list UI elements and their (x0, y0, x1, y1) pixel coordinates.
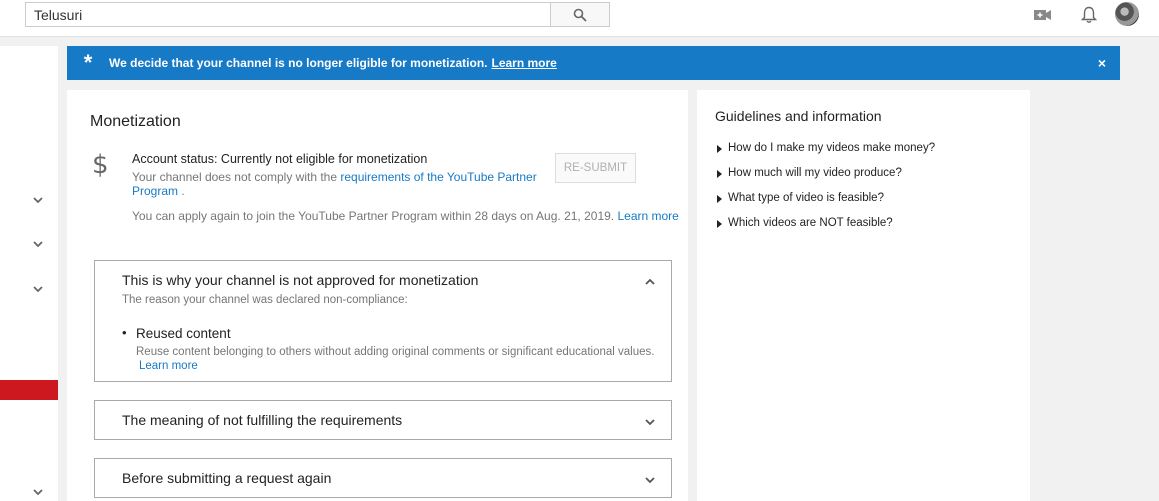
page-title: Monetization (90, 113, 181, 130)
top-bar (0, 0, 1159, 37)
avatar[interactable] (1115, 2, 1139, 26)
dollar-icon: $ (92, 150, 109, 180)
search-button[interactable] (550, 2, 610, 27)
apply-learn-more-link[interactable]: Learn more (617, 209, 678, 223)
guideline-item[interactable]: Which videos are NOT feasible? (717, 217, 935, 242)
reason-learn-more-link[interactable]: Learn more (139, 360, 198, 372)
bullet-icon: • (122, 325, 127, 340)
star-icon: * (83, 50, 93, 75)
monetization-banner: * We decide that your channel is no long… (67, 46, 1120, 80)
banner-message: We decide that your channel is no longer… (109, 56, 488, 70)
section-title[interactable]: The meaning of not fulfilling the requir… (122, 412, 402, 428)
apply-again-text: You can apply again to join the YouTube … (132, 209, 679, 223)
before-resubmit-section[interactable]: Before submitting a request again (94, 458, 672, 498)
reason-description-text: Reuse content belonging to others withou… (136, 346, 655, 358)
section-title[interactable]: Before submitting a request again (122, 470, 331, 486)
bell-icon (1081, 6, 1097, 23)
chevron-down-icon[interactable] (30, 192, 46, 208)
resubmit-button[interactable]: RE-SUBMIT (555, 153, 636, 183)
guidelines-title: Guidelines and information (715, 108, 882, 124)
triangle-right-icon (717, 195, 722, 203)
guideline-label[interactable]: How much will my video produce? (728, 167, 902, 179)
notifications-button[interactable] (1078, 4, 1100, 26)
chevron-down-icon[interactable] (30, 484, 46, 500)
close-icon[interactable]: × (1098, 55, 1106, 71)
chevron-down-icon[interactable] (643, 415, 657, 429)
left-sidebar (0, 46, 58, 501)
banner-learn-more-link[interactable]: Learn more (492, 56, 557, 70)
reason-description: Reuse content belonging to others withou… (136, 345, 676, 373)
monetization-card: Monetization $ Account status: Currently… (67, 90, 688, 501)
guideline-item[interactable]: What type of video is feasible? (717, 192, 935, 217)
comply-text-end: . (181, 184, 185, 198)
guideline-item[interactable]: How do I make my videos make money? (717, 142, 935, 167)
guidelines-card: Guidelines and information How do I make… (697, 90, 1030, 501)
triangle-right-icon (717, 145, 722, 153)
comply-text: Your channel does not comply with the re… (132, 170, 542, 198)
sidebar-active-indicator[interactable] (0, 380, 58, 400)
triangle-right-icon (717, 220, 722, 228)
comply-text-start: Your channel does not comply with the (132, 170, 338, 184)
search-icon (573, 8, 587, 22)
triangle-right-icon (717, 170, 722, 178)
account-status: Account status: Currently not eligible f… (132, 152, 428, 166)
apply-again-message: You can apply again to join the YouTube … (132, 209, 615, 223)
chevron-down-icon[interactable] (30, 236, 46, 252)
guidelines-list: How do I make my videos make money? How … (717, 142, 935, 242)
chevron-up-icon[interactable] (643, 275, 657, 289)
section-subtitle: The reason your channel was declared non… (122, 294, 408, 306)
guideline-label[interactable]: What type of video is feasible? (728, 192, 884, 204)
video-camera-add-icon (1034, 10, 1051, 20)
reason-title: Reused content (136, 326, 231, 341)
chevron-down-icon[interactable] (643, 473, 657, 487)
why-not-approved-section: This is why your channel is not approved… (94, 260, 672, 382)
search-input[interactable] (25, 2, 551, 27)
meaning-section[interactable]: The meaning of not fulfilling the requir… (94, 400, 672, 440)
upload-video-button[interactable] (1032, 4, 1054, 26)
guideline-label[interactable]: How do I make my videos make money? (728, 142, 935, 154)
section-title[interactable]: This is why your channel is not approved… (122, 272, 478, 288)
guideline-label[interactable]: Which videos are NOT feasible? (728, 217, 893, 229)
guideline-item[interactable]: How much will my video produce? (717, 167, 935, 192)
chevron-down-icon[interactable] (30, 281, 46, 297)
